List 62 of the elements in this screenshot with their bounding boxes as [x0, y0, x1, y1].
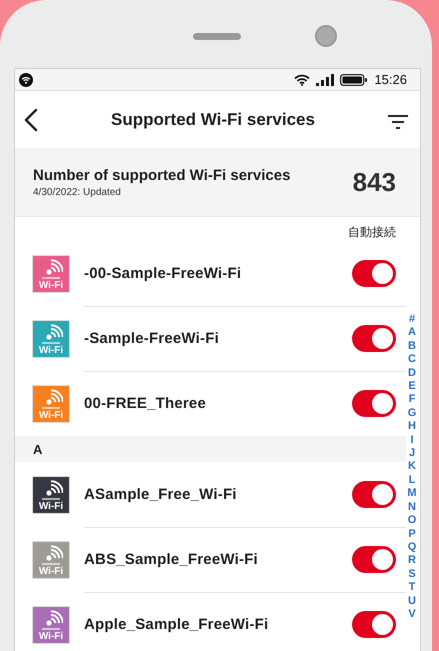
auto-connect-toggle[interactable]	[352, 260, 396, 287]
index-letter[interactable]: O	[408, 514, 416, 528]
logo-label: Wi-Fi	[38, 344, 64, 356]
auto-connect-toggle[interactable]	[352, 390, 396, 417]
speaker-slot	[193, 33, 241, 40]
service-name: 00-FREE_Theree	[84, 395, 206, 412]
index-letter[interactable]: G	[408, 406, 416, 420]
index-letter[interactable]: B	[408, 340, 416, 354]
logo-label: Wi-Fi	[38, 500, 64, 512]
logo-label: Wi-Fi	[38, 280, 64, 290]
index-letter[interactable]: M	[407, 487, 417, 501]
index-letter[interactable]: D	[408, 366, 416, 380]
camera-icon	[315, 25, 337, 47]
index-letter[interactable]: I	[410, 434, 414, 448]
index-letter[interactable]: Q	[408, 540, 416, 554]
service-count: 843	[352, 166, 396, 198]
index-letter[interactable]: J	[408, 447, 416, 460]
wifi-signal-icon	[44, 324, 62, 340]
index-letter[interactable]: C	[408, 353, 416, 367]
status-time: 15:26	[374, 72, 407, 87]
index-letter[interactable]: R	[408, 554, 416, 568]
filter-icon[interactable]	[388, 114, 408, 130]
index-letter[interactable]: S	[408, 568, 416, 582]
wifi-signal-icon	[44, 388, 62, 404]
index-letter[interactable]: U	[408, 594, 416, 608]
service-name: -00-Sample-FreeWi-Fi	[84, 265, 242, 282]
index-letter[interactable]: N	[408, 500, 416, 514]
screen-title: Supported Wi-Fi services	[111, 110, 315, 130]
index-letter[interactable]: H	[408, 420, 416, 434]
index-letter[interactable]: K	[408, 460, 416, 474]
index-letter[interactable]: T	[408, 581, 416, 595]
section-header: A	[15, 436, 406, 462]
back-icon[interactable]	[24, 108, 38, 132]
column-header: 自動接続	[348, 224, 396, 241]
logo-label: Wi-Fi	[38, 630, 64, 642]
index-letter[interactable]: L	[408, 474, 416, 488]
index-letter[interactable]: F	[408, 393, 416, 407]
index-letter[interactable]: #	[408, 313, 416, 326]
wifi-signal-icon	[44, 610, 62, 626]
battery-icon	[340, 74, 368, 86]
wifi-signal-icon	[44, 480, 62, 496]
auto-connect-toggle[interactable]	[352, 325, 396, 352]
index-letter[interactable]: A	[408, 326, 416, 340]
service-name: ASample_Free_Wi-Fi	[84, 486, 237, 503]
wifi-signal-icon	[44, 258, 62, 274]
auto-connect-toggle[interactable]	[352, 611, 396, 638]
service-name: ABS_Sample_FreeWi-Fi	[84, 551, 258, 568]
logo-label: Wi-Fi	[38, 410, 64, 420]
update-date: 4/30/2022: Updated	[33, 186, 122, 198]
auto-connect-toggle[interactable]	[352, 481, 396, 508]
service-name: -Sample-FreeWi-Fi	[84, 330, 219, 347]
index-letter[interactable]: V	[408, 608, 416, 622]
summary-label: Number of supported Wi-Fi services	[33, 166, 290, 184]
app-logo-icon	[19, 72, 33, 86]
logo-label: Wi-Fi	[38, 566, 64, 576]
service-name: Apple_Sample_FreeWi-Fi	[84, 616, 268, 633]
signal-icon	[316, 74, 334, 86]
wifi-icon	[294, 74, 310, 86]
wifi-signal-icon	[44, 544, 62, 560]
index-letter[interactable]: E	[408, 380, 416, 394]
index-letter[interactable]: P	[408, 528, 416, 541]
auto-connect-toggle[interactable]	[352, 546, 396, 573]
